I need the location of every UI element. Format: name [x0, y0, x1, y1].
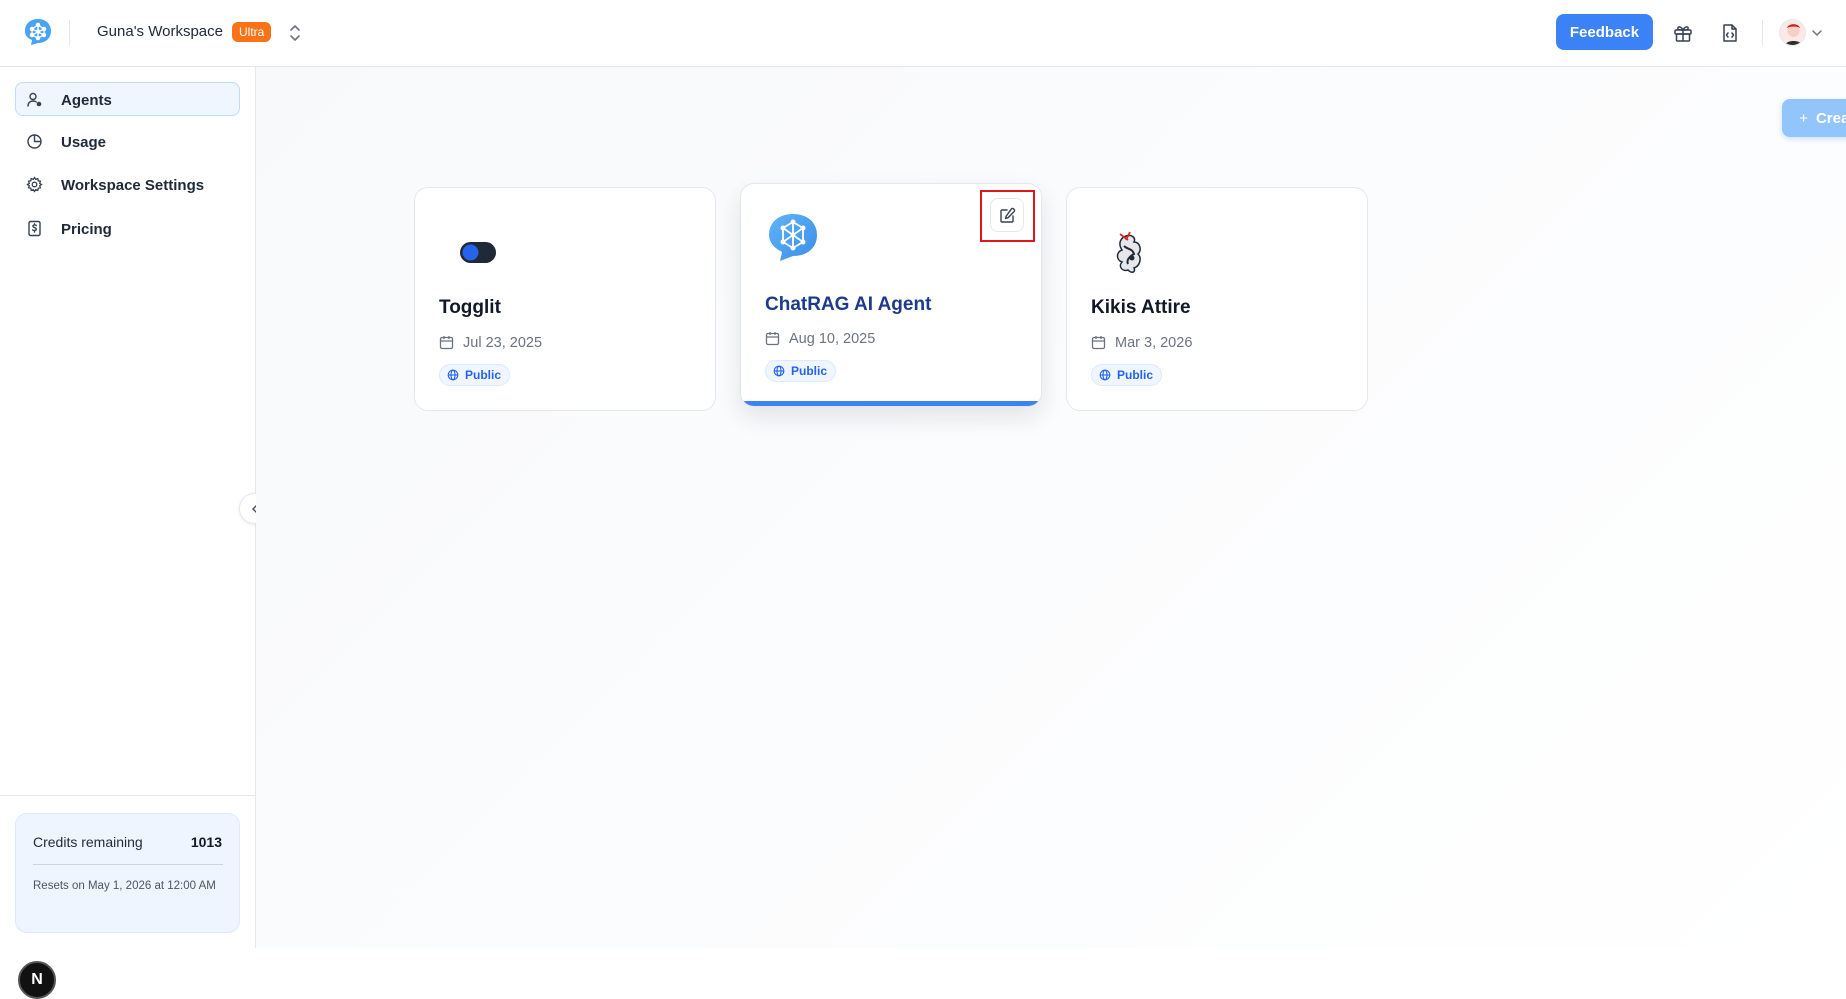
feedback-button[interactable]: Feedback — [1556, 14, 1653, 50]
credits-value: 1013 — [190, 834, 222, 850]
agent-name: Togglit — [439, 297, 501, 318]
credits-divider — [33, 864, 223, 865]
credits-label: Credits remaining — [33, 834, 143, 850]
sidebar-item-label: Workspace Settings — [61, 177, 205, 194]
sidebar-divider — [0, 795, 255, 796]
agent-name: ChatRAG AI Agent — [765, 294, 932, 315]
sidebar-item-label: Agents — [61, 92, 112, 109]
dollar-receipt-icon — [28, 220, 41, 237]
globe-icon — [447, 369, 459, 381]
agent-date: Jul 23, 2025 — [463, 335, 543, 351]
agent-card-chatrag-ai-agent[interactable]: ChatRAG AI Agent Aug 10, 2025 Public — [740, 183, 1042, 407]
calendar-icon — [439, 336, 454, 350]
topbar-divider-right — [1762, 20, 1763, 46]
pie-chart-icon — [27, 134, 42, 149]
visibility-label: Public — [1117, 368, 1154, 382]
agent-card-togglit[interactable]: Togglit Jul 23, 2025 Public — [414, 187, 716, 411]
main-content: + Create Agent Togglit Jul 23, 2025 Publi… — [256, 67, 1846, 948]
visibility-badge: Public — [1091, 364, 1163, 386]
agent-card-kikis-attire[interactable]: Kikis Attire Mar 3, 2026 Public — [1066, 187, 1368, 411]
agent-date: Aug 10, 2025 — [789, 331, 876, 347]
visibility-label: Public — [465, 368, 502, 382]
agent-name: Kikis Attire — [1091, 297, 1191, 318]
avatar-image — [1780, 20, 1805, 45]
visibility-badge: Public — [439, 364, 511, 386]
calendar-icon — [1091, 336, 1106, 350]
gear-icon — [26, 176, 43, 193]
credits-panel: Credits remaining 1013 Resets on May 1, … — [15, 813, 240, 933]
create-agent-button[interactable]: + Create Agent — [1782, 99, 1846, 137]
plus-icon: + — [1799, 109, 1808, 127]
plan-badge: Ultra — [232, 22, 272, 42]
globe-icon — [773, 365, 785, 377]
topbar-divider — [69, 20, 70, 46]
avatar[interactable] — [1779, 19, 1806, 46]
sidebar-item-usage[interactable]: Usage — [15, 124, 240, 158]
sidebar-item-label: Pricing — [61, 221, 112, 238]
chatrag-logo-icon — [769, 214, 817, 261]
chatrag-logo-icon[interactable] — [23, 17, 53, 47]
workspace-name[interactable]: Guna's Workspace — [97, 23, 223, 40]
sidebar: Agents Usage Workspace Settings Pricing — [0, 67, 256, 999]
agent-date: Mar 3, 2026 — [1115, 335, 1193, 351]
edit-agent-button[interactable] — [990, 198, 1024, 232]
toggle-icon — [460, 242, 496, 263]
sidebar-item-workspace-settings[interactable]: Workspace Settings — [15, 167, 240, 201]
gift-icon[interactable] — [1672, 22, 1694, 44]
credits-reset-text: Resets on May 1, 2026 at 12:00 AM — [33, 880, 216, 892]
sidebar-item-agents[interactable]: Agents — [15, 82, 240, 116]
chevron-up-down-icon[interactable] — [287, 22, 303, 44]
kikis-attire-logo-icon — [1116, 231, 1141, 273]
sidebar-item-label: Usage — [61, 134, 107, 151]
dev-tools-badge[interactable]: N — [18, 961, 56, 999]
user-icon — [27, 92, 42, 107]
chevron-down-icon[interactable] — [1811, 27, 1823, 39]
create-agent-label: Create Agent — [1815, 109, 1846, 127]
card-accent-bar — [741, 401, 1041, 406]
edit-icon — [999, 207, 1015, 223]
code-file-icon[interactable] — [1719, 22, 1741, 44]
visibility-label: Public — [791, 364, 828, 378]
calendar-icon — [765, 332, 780, 346]
top-bar: Guna's Workspace Ultra Feedback — [0, 0, 1846, 67]
sidebar-item-pricing[interactable]: Pricing — [15, 211, 240, 245]
visibility-badge: Public — [765, 360, 837, 382]
globe-icon — [1099, 369, 1111, 381]
